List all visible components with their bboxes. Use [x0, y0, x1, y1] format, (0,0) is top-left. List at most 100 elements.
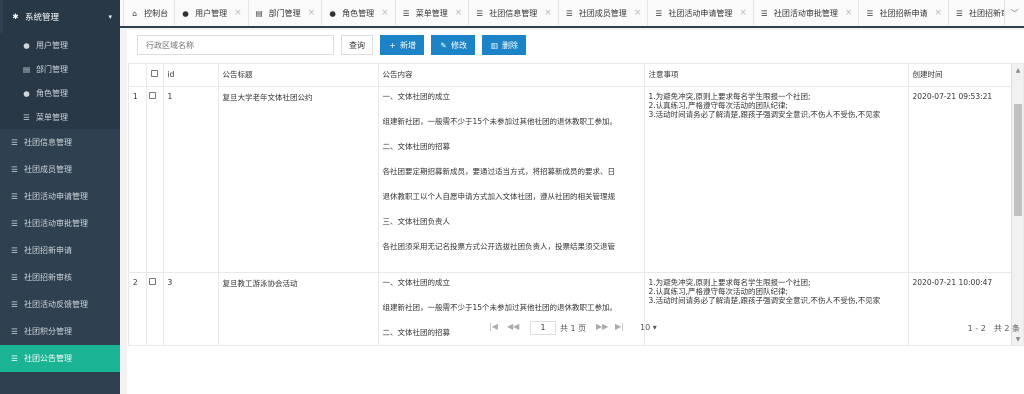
toolbar: 查询 + 新增 ✎ 修改 ▥ 删除 — [137, 35, 526, 55]
close-icon[interactable]: × — [234, 8, 242, 18]
tab-club-members[interactable]: ☰ 社团成员管理 × — [559, 0, 649, 26]
close-icon[interactable]: × — [544, 8, 552, 18]
note-line: 2.认真练习,严格遵守每次活动的团队纪律; — [648, 286, 789, 296]
list-icon: ☰ — [11, 192, 18, 201]
list-icon: ☰ — [565, 8, 573, 18]
column-header-created[interactable]: 创建时间 — [908, 64, 1012, 87]
sidebar-subitem-label: 部门管理 — [36, 64, 68, 74]
cell-created: 2020-07-21 09:53:21 — [908, 86, 1012, 273]
table-header-row: id 公告标题 公告内容 注意事项 创建时间 — [129, 64, 1012, 87]
tab-activity-approve[interactable]: ☰ 社团活动审批管理 × — [754, 0, 860, 26]
scroll-up-icon[interactable]: ▲ — [1012, 64, 1023, 76]
total-pages: 共 1 页 — [560, 324, 587, 333]
user-icon: ● — [182, 8, 189, 18]
add-button-label: 新增 — [400, 40, 416, 50]
record-summary: 1 - 2 共 2 条 — [967, 324, 1020, 333]
tab-label: 社团活动申请管理 — [668, 8, 733, 18]
sidebar-item-announcements[interactable]: ☰ 社团公告管理 — [0, 345, 120, 372]
pagination: |◀ ◀◀ 1 共 1 页 ▶▶ ▶| 10 ▾ 1 - 2 共 2 条 — [127, 321, 1024, 337]
tab-label: 用户管理 — [195, 8, 228, 18]
row-checkbox[interactable] — [149, 277, 156, 285]
tab-dashboard[interactable]: ⌂ 控制台 — [124, 0, 176, 26]
note-line: 3.活动时间请务必了解清楚,跟孩子强调安全意识,不伤人不受伤,不见家 — [648, 295, 881, 305]
tab-users[interactable]: ● 用户管理 × — [175, 0, 249, 26]
select-all-checkbox[interactable] — [151, 70, 158, 78]
list-icon: ☰ — [11, 219, 18, 228]
sidebar-subitem-roles[interactable]: ● 角色管理 — [0, 81, 120, 105]
chevron-down-icon: ▾ — [652, 323, 657, 332]
close-icon[interactable]: × — [845, 8, 853, 18]
close-icon[interactable]: × — [455, 8, 463, 18]
sidebar-subitem-label: 用户管理 — [36, 40, 68, 50]
note-line: 2.认真练习,严格遵守每次活动的团队纪律; — [648, 100, 789, 110]
row-select-cell[interactable] — [146, 86, 164, 273]
page-number-input[interactable]: 1 — [530, 321, 556, 335]
list-icon: ☰ — [956, 8, 963, 18]
tab-club-info[interactable]: ☰ 社团信息管理 × — [469, 0, 559, 26]
list-icon: ☰ — [476, 8, 484, 18]
row-checkbox[interactable] — [149, 91, 156, 99]
tab-menus[interactable]: ☰ 菜单管理 × — [396, 0, 470, 26]
content-line: 各社团要定期招募新成员，要通过适当方式，将招募新成员的要求、日 — [382, 166, 616, 176]
prev-page-icon[interactable]: ◀◀ — [507, 322, 519, 331]
query-button[interactable]: 查询 — [341, 35, 373, 55]
delete-button-label: 删除 — [502, 40, 518, 50]
cell-content: 一、文体社团的成立 组建新社团，一般需不少于15个未参加过其他社团的退休教职工参… — [378, 86, 645, 273]
list-icon: ☰ — [761, 8, 768, 18]
sidebar-item-activity-apply[interactable]: ☰ 社团活动申请管理 — [0, 183, 120, 210]
tab-strip: ⌂ 控制台 ● 用户管理 × ▤ 部门管理 × ● 角色管理 × ☰ 菜单管理 … — [120, 0, 1024, 28]
search-input[interactable] — [137, 35, 334, 55]
list-icon: ☰ — [11, 246, 18, 255]
sidebar-item-activity-approve[interactable]: ☰ 社团活动审批管理 — [0, 210, 120, 237]
list-icon: ☰ — [11, 138, 18, 147]
sidebar-subitem-menus[interactable]: ☰ 菜单管理 — [0, 105, 120, 129]
tab-label: 社团信息管理 — [489, 8, 538, 18]
content-line: 退休教职工以个人自愿申请方式加入文体社团，遵从社团的相关管理规 — [382, 191, 616, 201]
sidebar-item-label: 社团活动申请管理 — [24, 192, 88, 201]
column-header-content[interactable]: 公告内容 — [378, 64, 645, 87]
last-page-icon[interactable]: ▶| — [615, 322, 624, 331]
sidebar-item-recruit-review[interactable]: ☰ 社团招新审核 — [0, 264, 120, 291]
first-page-icon[interactable]: |◀ — [489, 322, 498, 331]
tab-recruit-apply[interactable]: ☰ 社团招新申请 × — [859, 0, 949, 26]
chevron-down-icon[interactable]: ﹀ — [1004, 0, 1024, 26]
content-panel: 查询 + 新增 ✎ 修改 ▥ 删除 id 公告标题 — [127, 30, 1024, 394]
column-header-notes[interactable]: 注意事项 — [644, 64, 909, 87]
note-line: 1.为避免冲突,原则上要求每名学生限报一个社团; — [648, 91, 811, 101]
sidebar-subitem-departments[interactable]: ▤ 部门管理 — [0, 57, 120, 81]
plus-icon: + — [389, 40, 396, 50]
sidebar-group-system[interactable]: ✱ 系统管理 ▾ — [0, 0, 120, 33]
page-size-select[interactable]: 10 ▾ — [640, 323, 657, 332]
sidebar-item-label: 社团活动反馈管理 — [24, 300, 88, 309]
tab-departments[interactable]: ▤ 部门管理 × — [249, 0, 323, 26]
sidebar-subitem-users[interactable]: ● 用户管理 — [0, 33, 120, 57]
tab-activity-apply[interactable]: ☰ 社团活动申请管理 × — [648, 0, 754, 26]
table-row[interactable]: 1 1 复旦大学老年文体社团公约 一、文体社团的成立 组建新社团，一般需不少于1… — [129, 86, 1012, 273]
sidebar-item-club-info[interactable]: ☰ 社团信息管理 — [0, 129, 120, 156]
delete-button[interactable]: ▥ 删除 — [482, 35, 526, 55]
close-icon[interactable]: × — [381, 8, 389, 18]
sidebar-item-club-members[interactable]: ☰ 社团成员管理 — [0, 156, 120, 183]
tab-label: 角色管理 — [342, 8, 375, 18]
close-icon[interactable]: × — [934, 8, 942, 18]
tab-label: 控制台 — [144, 8, 169, 18]
column-header-id[interactable]: id — [163, 64, 219, 87]
trash-icon: ▥ — [490, 40, 499, 50]
close-icon[interactable]: × — [739, 8, 747, 18]
sidebar-item-points[interactable]: ☰ 社团积分管理 — [0, 318, 120, 345]
sidebar-item-recruit-apply[interactable]: ☰ 社团招新申请 — [0, 237, 120, 264]
column-header-title[interactable]: 公告标题 — [218, 64, 379, 87]
gear-icon: ✱ — [12, 12, 19, 21]
close-icon[interactable]: × — [634, 8, 642, 18]
announcement-table: id 公告标题 公告内容 注意事项 创建时间 1 1 复旦大学老年文体社团公约 … — [128, 63, 1024, 346]
select-all-header[interactable] — [146, 64, 164, 87]
edit-button[interactable]: ✎ 修改 — [431, 35, 475, 55]
table-scrollbar[interactable]: ▲ ▼ — [1011, 64, 1023, 345]
scrollbar-thumb[interactable] — [1014, 104, 1022, 216]
add-button[interactable]: + 新增 — [380, 35, 424, 55]
content-line: 各社团须采用无记名投票方式公开选拔社团负责人，投票结果须交退管 — [382, 241, 616, 251]
sidebar-item-activity-feedback[interactable]: ☰ 社团活动反馈管理 — [0, 291, 120, 318]
tab-roles[interactable]: ● 角色管理 × — [322, 0, 396, 26]
next-page-icon[interactable]: ▶▶ — [596, 322, 608, 331]
close-icon[interactable]: × — [308, 8, 316, 18]
